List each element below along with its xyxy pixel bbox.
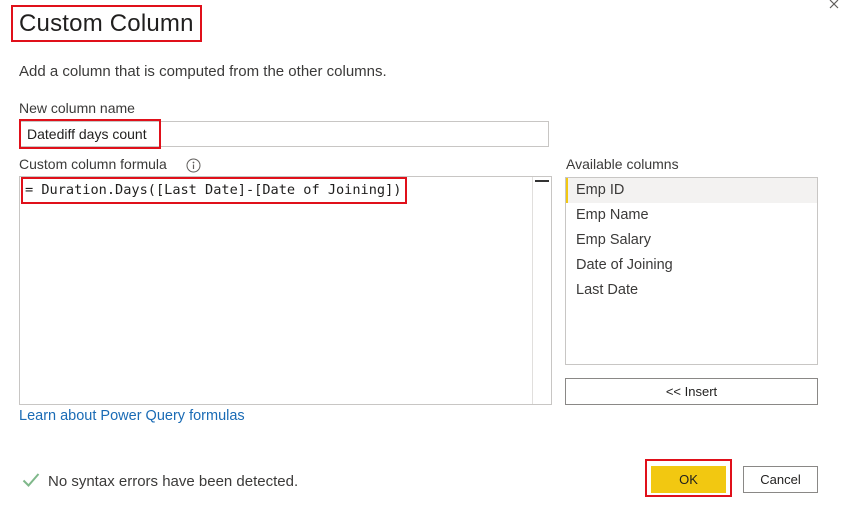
available-column-item[interactable]: Emp ID xyxy=(566,178,817,203)
available-columns-label: Available columns xyxy=(566,156,679,172)
close-icon[interactable] xyxy=(826,0,844,14)
available-column-item[interactable]: Emp Salary xyxy=(566,228,817,253)
available-column-item[interactable]: Date of Joining xyxy=(566,253,817,278)
dialog-title: Custom Column xyxy=(19,10,194,37)
custom-column-dialog: Custom Column Add a column that is compu… xyxy=(0,0,844,518)
available-column-item[interactable]: Last Date xyxy=(566,278,817,303)
formula-scrollbar[interactable] xyxy=(532,177,551,404)
info-icon[interactable] xyxy=(186,158,201,173)
ok-button[interactable]: OK xyxy=(651,466,726,493)
checkmark-icon xyxy=(22,472,40,488)
formula-scrollbar-thumb[interactable] xyxy=(535,180,549,182)
formula-label: Custom column formula xyxy=(19,156,167,172)
column-name-value[interactable]: Datediff days count xyxy=(27,126,147,142)
formula-value[interactable]: = Duration.Days([Last Date]-[Date of Joi… xyxy=(25,182,401,198)
cancel-button[interactable]: Cancel xyxy=(743,466,818,493)
learn-power-query-link[interactable]: Learn about Power Query formulas xyxy=(19,408,245,424)
available-column-item[interactable]: Emp Name xyxy=(566,203,817,228)
formula-editor[interactable] xyxy=(19,176,552,405)
syntax-status-text: No syntax errors have been detected. xyxy=(48,473,299,490)
dialog-description: Add a column that is computed from the o… xyxy=(19,63,387,80)
column-name-label: New column name xyxy=(19,100,135,116)
insert-button[interactable]: << Insert xyxy=(565,378,818,405)
